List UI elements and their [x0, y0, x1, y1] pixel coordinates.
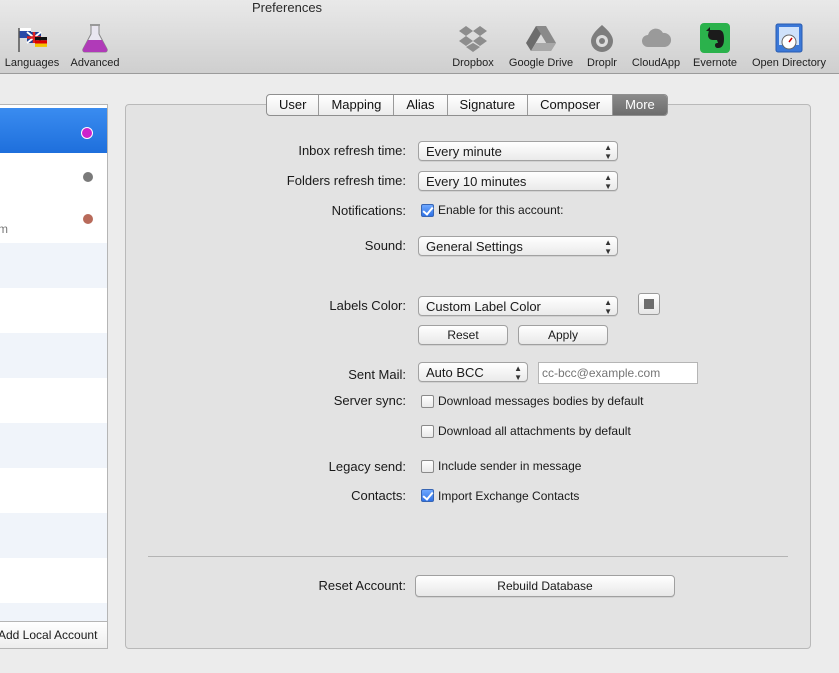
- flask-icon: [79, 22, 111, 54]
- sound-label: Sound:: [364, 238, 406, 253]
- toolbar-google-drive-label: Google Drive: [508, 57, 574, 69]
- import-contacts-checkbox[interactable]: [421, 489, 434, 502]
- toolbar-evernote-button[interactable]: Evernote: [689, 22, 741, 70]
- list-item: [0, 558, 107, 603]
- list-item: [0, 288, 107, 333]
- account-list: m Add Local Account: [0, 104, 108, 649]
- up-down-arrows-icon: ▲ ▼: [604, 143, 612, 161]
- toolbar-languages-label: Languages: [4, 57, 60, 69]
- folders-refresh-value: Every 10 minutes: [426, 174, 527, 189]
- dropbox-icon: [457, 22, 489, 54]
- up-down-arrows-icon: ▲ ▼: [514, 364, 522, 382]
- list-item: [0, 378, 107, 423]
- import-contacts-label: Import Exchange Contacts: [438, 489, 580, 503]
- download-attachments-label: Download all attachments by default: [438, 424, 631, 438]
- flags-icon: [16, 22, 48, 54]
- tab-composer[interactable]: Composer: [528, 95, 614, 115]
- labels-color-apply-button[interactable]: Apply: [518, 325, 608, 345]
- folders-refresh-select[interactable]: Every 10 minutes ▲ ▼: [418, 171, 618, 191]
- notifications-checkbox[interactable]: [421, 204, 434, 217]
- window-title: Preferences: [251, 0, 323, 15]
- server-sync-label: Server sync:: [333, 393, 406, 408]
- evernote-icon: [699, 22, 731, 54]
- google-drive-icon: [525, 22, 557, 54]
- sound-select[interactable]: General Settings ▲ ▼: [418, 236, 618, 256]
- toolbar-open-directory-button[interactable]: Open Directory: [746, 22, 832, 70]
- sent-mail-label: Sent Mail:: [348, 367, 406, 382]
- tab-signature[interactable]: Signature: [448, 95, 529, 115]
- toolbar-dropbox-button[interactable]: Dropbox: [447, 22, 499, 70]
- inbox-refresh-value: Every minute: [426, 144, 502, 159]
- toolbar-cloudapp-label: CloudApp: [631, 57, 681, 69]
- tab-more[interactable]: More: [613, 95, 667, 115]
- toolbar: Preferences Languages Advanced Dropbox G…: [0, 0, 839, 74]
- sound-value: General Settings: [426, 239, 523, 254]
- toolbar-advanced-button[interactable]: Advanced: [67, 22, 123, 70]
- account-row[interactable]: [0, 153, 107, 198]
- account-color-dot: [83, 214, 93, 224]
- label-color-well[interactable]: [638, 293, 660, 315]
- add-local-account-button[interactable]: Add Local Account: [0, 621, 107, 648]
- cloud-icon: [640, 22, 672, 54]
- notifications-label: Notifications:: [331, 203, 406, 218]
- download-bodies-label: Download messages bodies by default: [438, 394, 644, 408]
- tab-user[interactable]: User: [267, 95, 320, 115]
- sent-mail-value: Auto BCC: [426, 365, 484, 380]
- toolbar-droplr-label: Droplr: [587, 57, 617, 69]
- divider: [148, 556, 788, 557]
- notifications-checkbox-label: Enable for this account:: [438, 203, 564, 217]
- open-directory-icon: [773, 22, 805, 54]
- list-item: [0, 603, 107, 621]
- contacts-label: Contacts:: [351, 488, 406, 503]
- droplr-icon: [586, 22, 618, 54]
- toolbar-cloudapp-button[interactable]: CloudApp: [627, 22, 685, 70]
- download-bodies-checkbox[interactable]: [421, 395, 434, 408]
- toolbar-advanced-label: Advanced: [70, 57, 120, 69]
- toolbar-dropbox-label: Dropbox: [452, 57, 494, 69]
- list-item: [0, 468, 107, 513]
- include-sender-checkbox[interactable]: [421, 460, 434, 473]
- sent-mail-select[interactable]: Auto BCC ▲ ▼: [418, 362, 528, 382]
- label-color-swatch: [644, 299, 654, 309]
- account-color-dot: [83, 172, 93, 182]
- inbox-refresh-label: Inbox refresh time:: [298, 143, 406, 158]
- up-down-arrows-icon: ▲ ▼: [604, 173, 612, 191]
- labels-color-label: Labels Color:: [329, 298, 406, 313]
- account-subtitle: m: [0, 222, 8, 236]
- list-item: [0, 513, 107, 558]
- account-row-selected[interactable]: [0, 108, 107, 153]
- reset-account-label: Reset Account:: [318, 578, 406, 593]
- up-down-arrows-icon: ▲ ▼: [604, 298, 612, 316]
- list-item: [0, 423, 107, 468]
- download-attachments-checkbox[interactable]: [421, 425, 434, 438]
- up-down-arrows-icon: ▲ ▼: [604, 238, 612, 256]
- tab-alias[interactable]: Alias: [394, 95, 448, 115]
- bcc-address-input[interactable]: [538, 362, 698, 384]
- tab-mapping[interactable]: Mapping: [319, 95, 395, 115]
- toolbar-open-directory-label: Open Directory: [752, 57, 826, 69]
- account-color-dot: [81, 127, 93, 139]
- legacy-send-label: Legacy send:: [328, 459, 406, 474]
- inbox-refresh-select[interactable]: Every minute ▲ ▼: [418, 141, 618, 161]
- tab-bar: User Mapping Alias Signature Composer Mo…: [266, 94, 668, 116]
- toolbar-google-drive-button[interactable]: Google Drive: [504, 22, 578, 70]
- rebuild-database-button[interactable]: Rebuild Database: [415, 575, 675, 597]
- labels-color-reset-button[interactable]: Reset: [418, 325, 508, 345]
- toolbar-droplr-button[interactable]: Droplr: [582, 22, 622, 70]
- list-item: [0, 333, 107, 378]
- labels-color-value: Custom Label Color: [426, 299, 541, 314]
- labels-color-select[interactable]: Custom Label Color ▲ ▼: [418, 296, 618, 316]
- include-sender-label: Include sender in message: [438, 459, 582, 473]
- toolbar-evernote-label: Evernote: [692, 57, 738, 69]
- toolbar-languages-button[interactable]: Languages: [3, 22, 61, 70]
- list-item: [0, 243, 107, 288]
- account-row[interactable]: m: [0, 198, 107, 243]
- folders-refresh-label: Folders refresh time:: [286, 173, 406, 188]
